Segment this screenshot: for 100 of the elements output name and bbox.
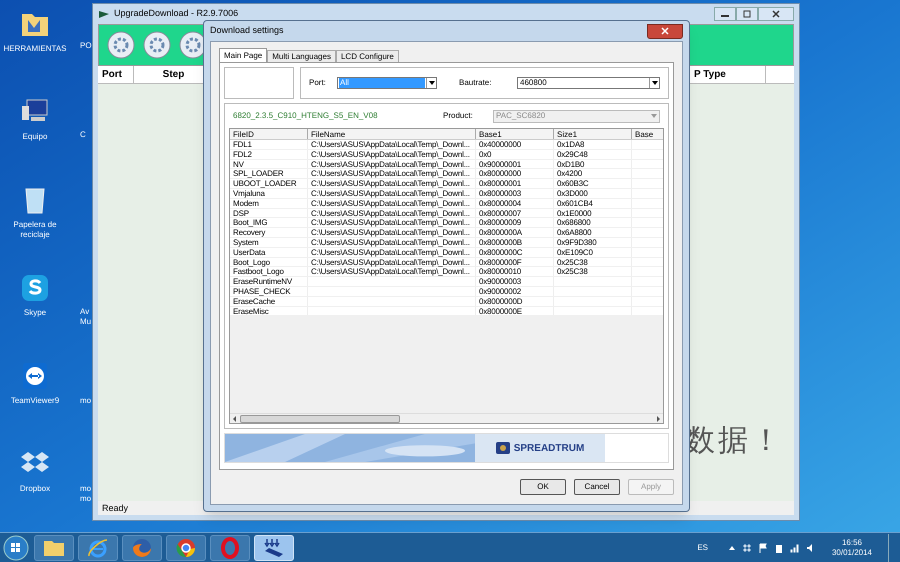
table-cell: 0x8000000D bbox=[476, 296, 554, 306]
dropdown-arrow-icon bbox=[650, 79, 658, 87]
table-cell: 0x80000009 bbox=[476, 218, 554, 228]
table-cell: 0x25C38 bbox=[554, 267, 632, 276]
table-cell: 0x80000007 bbox=[476, 208, 554, 218]
tab[interactable]: Main Page bbox=[219, 48, 268, 62]
clock[interactable]: 16:56 30/01/2014 bbox=[822, 538, 882, 558]
table-cell: Fastboot_Logo bbox=[230, 267, 308, 276]
table-cell: 0x1DA8 bbox=[554, 140, 632, 149]
logo-icon bbox=[496, 442, 510, 454]
desktop-icon-label[interactable]: mo bbox=[80, 396, 92, 406]
table-cell: C:\Users\ASUS\AppData\Local\Temp\_Downl... bbox=[308, 258, 476, 266]
close-icon bbox=[661, 27, 669, 35]
desktop-icon-label[interactable]: TeamViewer9 bbox=[0, 396, 70, 406]
column-header[interactable]: FileName bbox=[308, 129, 476, 139]
desktop-icon-label[interactable]: mo bbox=[80, 484, 92, 494]
table-cell: C:\Users\ASUS\AppData\Local\Temp\_Downl... bbox=[308, 208, 476, 218]
dialog-button[interactable]: Cancel bbox=[574, 479, 620, 495]
table-cell: FDL1 bbox=[230, 140, 308, 149]
table-cell: 0x60B3C bbox=[554, 179, 632, 188]
table-cell: 0x8000000B bbox=[476, 238, 554, 247]
desktop-icon-label[interactable]: Dropbox bbox=[0, 484, 70, 494]
gear-button-icon[interactable] bbox=[143, 31, 171, 59]
column-header[interactable]: Size1 bbox=[554, 129, 632, 139]
table-cell: C:\Users\ASUS\AppData\Local\Temp\_Downl... bbox=[308, 248, 476, 257]
table-cell: 0x8000000E bbox=[476, 306, 554, 316]
table-cell: Boot_IMG bbox=[230, 218, 308, 228]
close-button[interactable] bbox=[758, 7, 794, 21]
start-button-icon[interactable] bbox=[2, 534, 30, 562]
taskbar-button[interactable] bbox=[34, 534, 74, 560]
maximize-button[interactable] bbox=[736, 7, 758, 21]
table-cell: 0x4200 bbox=[554, 169, 632, 178]
dialog-title: Download settings bbox=[210, 24, 284, 38]
table-cell: C:\Users\ASUS\AppData\Local\Temp\_Downl... bbox=[308, 228, 476, 237]
show-hidden-icons-icon[interactable] bbox=[728, 544, 736, 552]
dropdown-arrow-icon bbox=[650, 112, 658, 120]
logo-text: SPREADTRUM bbox=[514, 442, 584, 456]
table-cell: Recovery bbox=[230, 228, 308, 237]
close-button[interactable] bbox=[647, 24, 683, 38]
baudrate-dropdown[interactable]: 460800 bbox=[517, 77, 660, 89]
table-cell: 0x90000003 bbox=[476, 277, 554, 286]
scroll-right-icon[interactable] bbox=[655, 416, 661, 422]
desktop-icon-label[interactable]: Skype bbox=[0, 308, 70, 318]
desktop-icon-label[interactable]: C bbox=[80, 130, 86, 140]
column-header[interactable]: Base1 bbox=[476, 129, 554, 139]
skype-icon bbox=[19, 272, 51, 304]
table-cell: EraseMisc bbox=[230, 306, 308, 316]
horizontal-scrollbar[interactable] bbox=[230, 413, 663, 423]
tab[interactable]: Multi Languages bbox=[267, 50, 336, 62]
table-cell: UserData bbox=[230, 248, 308, 257]
maximize-icon bbox=[743, 10, 751, 18]
table-cell: C:\Users\ASUS\AppData\Local\Temp\_Downl... bbox=[308, 238, 476, 247]
table-cell: 0x25C38 bbox=[554, 258, 632, 266]
column-header[interactable]: Port bbox=[98, 66, 134, 83]
desktop-icon-label[interactable]: Equipo bbox=[0, 132, 70, 142]
table-cell: System bbox=[230, 238, 308, 247]
table-cell: 0x6A8800 bbox=[554, 228, 632, 237]
taskbar-button[interactable] bbox=[78, 534, 118, 560]
table-cell: 0x9F9D380 bbox=[554, 238, 632, 247]
table-cell: EraseRuntimeNV bbox=[230, 277, 308, 286]
tab[interactable]: LCD Configure bbox=[336, 50, 399, 62]
column-header[interactable]: FileID bbox=[230, 129, 308, 139]
scroll-left-icon[interactable] bbox=[232, 416, 238, 422]
table-cell: 0x1E0000 bbox=[554, 208, 632, 218]
desktop-icon-label[interactable]: HERRAMIENTAS bbox=[0, 44, 70, 54]
desktop-icon-label[interactable]: Mu bbox=[80, 317, 92, 327]
table-cell: Modem bbox=[230, 198, 308, 208]
product-label: Product: bbox=[443, 110, 474, 122]
table-cell: EraseCache bbox=[230, 296, 308, 306]
table-cell: Boot_Logo bbox=[230, 258, 308, 266]
signal-icon[interactable] bbox=[790, 542, 800, 552]
table-cell: 0x80000003 bbox=[476, 188, 554, 198]
desktop-icon-label[interactable]: Av bbox=[80, 307, 92, 317]
table-cell: 0xE109C0 bbox=[554, 248, 632, 257]
baudrate-label: Bautrate: bbox=[459, 77, 492, 89]
port-label: Port: bbox=[309, 77, 327, 89]
taskbar-button[interactable] bbox=[166, 534, 206, 560]
table-cell: PHASE_CHECK bbox=[230, 286, 308, 296]
table-cell: 0x8000000C bbox=[476, 248, 554, 257]
desktop-icon-label[interactable]: Papelera de reciclaje bbox=[0, 220, 70, 240]
gear-button-icon[interactable] bbox=[107, 31, 135, 59]
table-cell: 0x8000000F bbox=[476, 258, 554, 266]
language-indicator[interactable]: ES bbox=[697, 542, 708, 554]
table-cell: C:\Users\ASUS\AppData\Local\Temp\_Downl... bbox=[308, 198, 476, 208]
table-cell: 0x29C48 bbox=[554, 150, 632, 159]
dialog-button[interactable]: OK bbox=[520, 479, 566, 495]
dropbox-icon[interactable] bbox=[742, 542, 752, 552]
table-cell: C:\Users\ASUS\AppData\Local\Temp\_Downl... bbox=[308, 267, 476, 276]
table-cell: SPL_LOADER bbox=[230, 169, 308, 178]
table-cell: Vmjaluna bbox=[230, 188, 308, 198]
table-cell: 0x90000001 bbox=[476, 160, 554, 168]
table-cell: C:\Users\ASUS\AppData\Local\Temp\_Downl... bbox=[308, 140, 476, 149]
column-header[interactable]: Base bbox=[632, 129, 663, 139]
desktop-icon-label[interactable]: PO bbox=[80, 41, 92, 51]
table-cell: 0x80000000 bbox=[476, 169, 554, 178]
flag-icon[interactable] bbox=[758, 542, 768, 552]
desktop-icon-label[interactable]: mo bbox=[80, 494, 92, 504]
table-cell: C:\Users\ASUS\AppData\Local\Temp\_Downl... bbox=[308, 188, 476, 198]
minimize-button[interactable] bbox=[714, 7, 736, 21]
column-header[interactable]: P Type bbox=[694, 66, 766, 83]
